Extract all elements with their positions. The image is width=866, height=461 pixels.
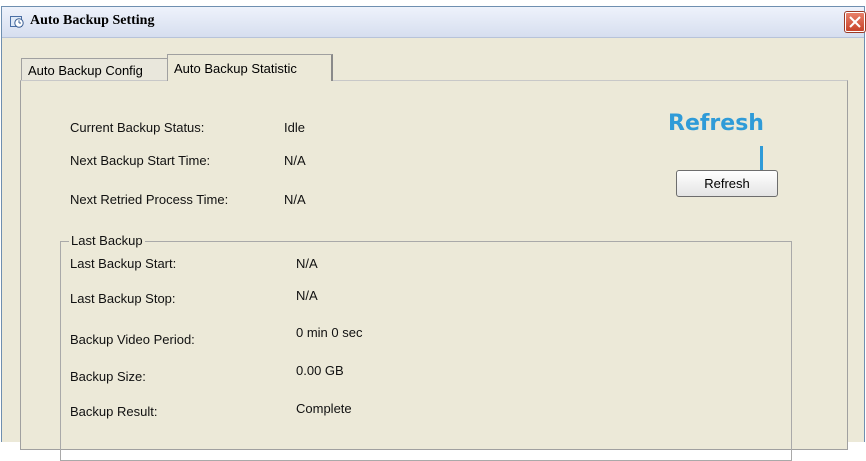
last-backup-legend: Last Backup: [69, 233, 145, 248]
last-backup-groupbox: [60, 241, 792, 461]
current-backup-status-value: Idle: [284, 120, 305, 135]
next-backup-start-time-label: Next Backup Start Time:: [70, 153, 211, 168]
last-backup-stop-label: Last Backup Stop:: [70, 291, 176, 306]
refresh-button[interactable]: Refresh: [676, 170, 778, 197]
tab-auto-backup-config[interactable]: Auto Backup Config: [21, 58, 168, 81]
close-icon: [849, 16, 861, 28]
backup-size-value: 0.00 GB: [296, 363, 344, 378]
next-retried-process-time-value: N/A: [284, 192, 306, 207]
backup-clock-icon: [10, 16, 24, 28]
next-retried-process-time-label: Next Retried Process Time:: [70, 192, 229, 207]
close-button[interactable]: [844, 11, 866, 33]
backup-result-value: Complete: [296, 401, 352, 416]
backup-video-period-label: Backup Video Period:: [70, 332, 195, 347]
current-backup-status-label: Current Backup Status:: [70, 120, 205, 135]
refresh-annotation-text: Refresh: [668, 111, 764, 136]
last-backup-stop-value: N/A: [296, 288, 318, 303]
backup-video-period-value: 0 min 0 sec: [296, 325, 363, 340]
backup-size-label: Backup Size:: [70, 369, 146, 384]
backup-result-label: Backup Result:: [70, 404, 158, 419]
window-title: Auto Backup Setting: [30, 13, 155, 28]
last-backup-start-label: Last Backup Start:: [70, 256, 177, 271]
title-bar: Auto Backup Setting: [2, 7, 866, 38]
last-backup-start-value: N/A: [296, 256, 318, 271]
next-backup-start-time-value: N/A: [284, 153, 306, 168]
tab-auto-backup-statistic[interactable]: Auto Backup Statistic: [167, 54, 333, 81]
